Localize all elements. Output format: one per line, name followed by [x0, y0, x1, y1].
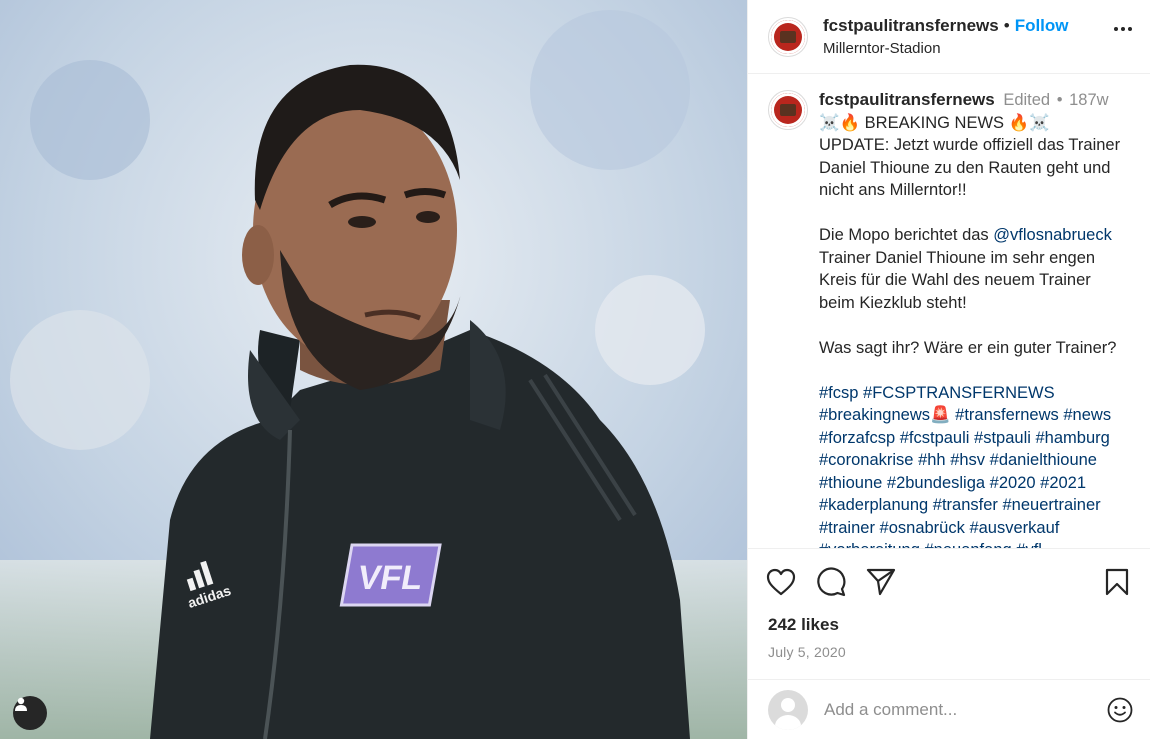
caption-separator: • — [1056, 91, 1063, 109]
save-button[interactable] — [1100, 565, 1134, 599]
hashtag-link[interactable]: #news — [1063, 406, 1111, 424]
hashtag-link[interactable]: #forzafcsp — [819, 429, 895, 447]
likes-count[interactable]: 242 likes — [764, 615, 1134, 635]
share-icon — [866, 568, 896, 596]
jacket-logo: VFL — [355, 559, 426, 597]
edited-label: Edited — [1003, 91, 1051, 109]
hashtag-link[interactable]: #2020 — [990, 474, 1036, 492]
hashtag-link[interactable]: #ausverkauf — [969, 519, 1059, 537]
hashtag-link[interactable]: #hsv — [950, 451, 985, 469]
hashtag-link[interactable]: #hh — [918, 451, 946, 469]
hashtag-link[interactable]: #transfernews — [955, 406, 1059, 424]
actions-section: 242 likes July 5, 2020 — [748, 548, 1150, 660]
post-photo[interactable]: VFL adidas — [0, 0, 747, 739]
action-bar — [764, 549, 1134, 615]
hashtag-link[interactable]: #breakingnews🚨 — [819, 406, 951, 424]
user-tag-icon — [15, 697, 27, 711]
more-icon-dot — [1121, 27, 1125, 31]
author-username[interactable]: fcstpaulitransfernews — [823, 16, 999, 36]
hashtag-link[interactable]: #osnabrück — [880, 519, 965, 537]
follow-button[interactable]: Follow — [1015, 16, 1069, 36]
hashtag-link[interactable]: #thioune — [819, 474, 882, 492]
caption-paragraph-1: UPDATE: Jetzt wurde offiziell das Traine… — [819, 136, 1121, 199]
hashtag-link[interactable]: #vfl — [1016, 541, 1042, 548]
caption-username[interactable]: fcstpaulitransfernews — [819, 90, 995, 109]
hashtag-list: #fcsp #FCSPTRANSFERNEWS #breakingnews🚨 #… — [819, 382, 1130, 549]
header-dot: • — [1003, 16, 1010, 35]
post-date[interactable]: July 5, 2020 — [764, 644, 1134, 660]
post-header: fcstpaulitransfernews • Follow Millernto… — [748, 0, 1150, 74]
emoji-icon — [1107, 697, 1133, 722]
hashtag-link[interactable]: #vorbereitung — [819, 541, 920, 548]
more-icon-dot — [1114, 27, 1118, 31]
more-icon-dot — [1128, 27, 1132, 31]
hashtag-link[interactable]: #2bundesliga — [887, 474, 985, 492]
header-text: fcstpaulitransfernews • Follow Millernto… — [823, 16, 1069, 57]
hashtag-link[interactable]: #FCSPTRANSFERNEWS — [863, 384, 1055, 402]
author-avatar-image — [771, 19, 805, 54]
author-avatar[interactable] — [768, 16, 808, 57]
hashtag-link[interactable]: #fcsp — [819, 384, 858, 402]
hashtag-link[interactable]: #stpauli — [974, 429, 1031, 447]
comment-icon — [817, 567, 846, 597]
photo-illustration: VFL adidas — [0, 0, 747, 739]
post-location[interactable]: Millerntor-Stadion — [823, 40, 1069, 57]
hashtag-link[interactable]: #fcstpauli — [900, 429, 970, 447]
caption-avatar[interactable] — [768, 90, 808, 130]
caption-text: Die Mopo berichtet das — [819, 226, 994, 244]
caption-age: 187w — [1069, 91, 1109, 109]
more-options-button[interactable] — [1114, 27, 1132, 31]
post-sidebar: fcstpaulitransfernews • Follow Millernto… — [747, 0, 1150, 739]
viewer-avatar — [768, 689, 808, 730]
hashtag-link[interactable]: #kaderplanung — [819, 496, 928, 514]
caption-paragraph-3: Was sagt ihr? Wäre er ein guter Trainer? — [819, 338, 1117, 357]
caption-avatar-image — [771, 93, 805, 127]
mention-link[interactable]: @vflosnabrueck — [993, 226, 1112, 244]
hashtag-link[interactable]: #transfer — [933, 496, 998, 514]
instagram-post: VFL adidas fcstpaulitransfernews • Follo… — [0, 0, 1150, 739]
hashtag-link[interactable]: #trainer — [819, 519, 875, 537]
hashtag-link[interactable]: #neuanfang — [925, 541, 1012, 548]
hashtag-link[interactable]: #hamburg — [1036, 429, 1110, 447]
hashtag-link[interactable]: #2021 — [1040, 474, 1086, 492]
comment-input[interactable] — [824, 699, 1105, 720]
caption-body: ☠️🔥 BREAKING NEWS 🔥☠️ UPDATE: Jetzt wurd… — [819, 112, 1130, 549]
user-tag-button[interactable] — [13, 696, 47, 730]
emoji-button[interactable] — [1105, 695, 1135, 725]
comments-area[interactable]: fcstpaulitransfernews Edited • 187w ☠️🔥 … — [748, 74, 1150, 548]
share-button[interactable] — [864, 565, 898, 599]
caption-text: Trainer Daniel Thioune im sehr engen Kre… — [819, 248, 1096, 312]
caption-headline: ☠️🔥 BREAKING NEWS 🔥☠️ — [819, 113, 1050, 132]
post-caption: fcstpaulitransfernews Edited • 187w ☠️🔥 … — [819, 89, 1130, 548]
header-line: fcstpaulitransfernews • Follow — [823, 16, 1069, 36]
like-button[interactable] — [764, 565, 798, 599]
heart-icon — [766, 568, 796, 596]
hashtag-link[interactable]: #coronakrise — [819, 451, 913, 469]
add-comment-bar — [748, 679, 1150, 739]
caption-header: fcstpaulitransfernews Edited • 187w — [819, 89, 1130, 112]
hashtag-link[interactable]: #danielthioune — [990, 451, 1097, 469]
comment-button[interactable] — [814, 565, 848, 599]
hashtag-link[interactable]: #neuertrainer — [1003, 496, 1101, 514]
caption-paragraph-2: Die Mopo berichtet das @vflosnabrueck Tr… — [819, 224, 1130, 314]
bookmark-icon — [1105, 568, 1129, 596]
